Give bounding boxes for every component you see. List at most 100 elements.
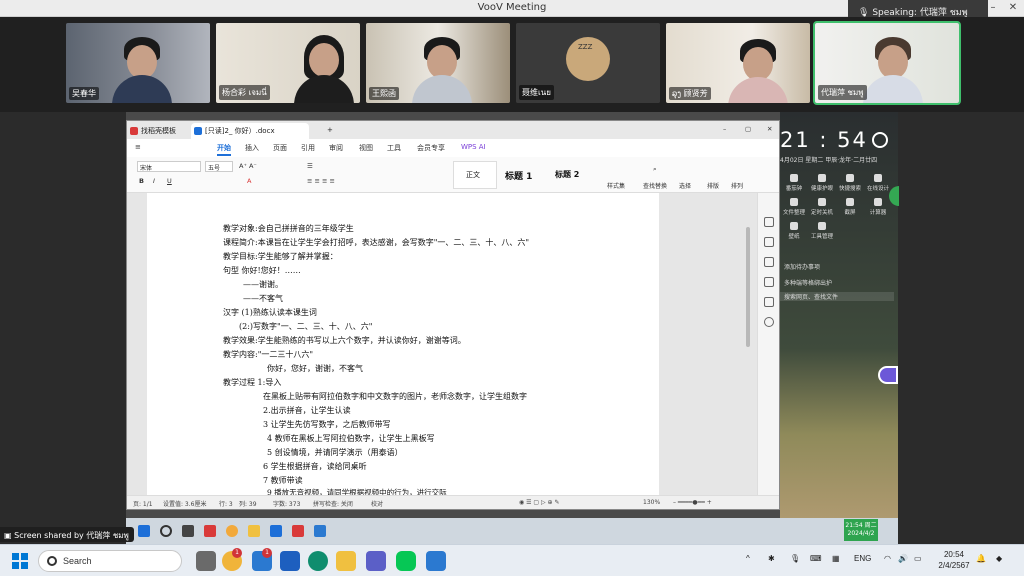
start-button[interactable]	[12, 553, 28, 569]
style-heading-1[interactable]: 标题 1	[505, 169, 532, 182]
cursor-icon[interactable]	[764, 237, 774, 247]
status-bar: 页: 1/1 设置值: 3.6厘米 行: 3 列: 39 字数: 373 拼写检…	[127, 495, 779, 509]
participant-tile-active-speaker[interactable]: 代瑞萍 ชมพู	[813, 21, 961, 105]
widget-tool[interactable]: 在线设计	[864, 174, 892, 192]
font-grow-icon[interactable]: A⁺ A⁻	[239, 162, 257, 170]
volume-icon[interactable]: 🔊	[898, 554, 908, 563]
menu-insert[interactable]: 插入	[245, 143, 259, 153]
notification-bell-icon[interactable]: 🔔	[976, 554, 986, 563]
style-normal[interactable]: 正文	[453, 161, 497, 189]
tray-app-icon[interactable]: ✱	[768, 554, 775, 563]
participant-tile[interactable]: ລຸງ 顾贤芳	[666, 23, 810, 103]
widget-tool[interactable]: 番茄钟	[780, 174, 808, 192]
list-icon[interactable]: ☰	[307, 162, 313, 170]
participant-tile[interactable]: 王熙函	[366, 23, 510, 103]
teams-icon[interactable]	[366, 551, 386, 571]
menu-home[interactable]: 开始	[217, 143, 231, 156]
menu-icon[interactable]: ≡	[135, 143, 141, 151]
zoom-slider[interactable]: – ━━━━●━━ +	[673, 499, 712, 506]
word-icon[interactable]	[280, 551, 300, 571]
widget-tool[interactable]: 健康护眼	[808, 174, 836, 192]
vertical-scrollbar[interactable]	[745, 197, 751, 487]
zoom-level[interactable]: 130%	[643, 499, 660, 506]
widget-tool[interactable]: 计算器	[864, 198, 892, 216]
layout-button[interactable]: 排版	[707, 181, 719, 190]
font-color-icon[interactable]: A	[247, 177, 251, 185]
status-col: 列: 39	[239, 501, 257, 508]
settings-icon[interactable]	[764, 257, 774, 267]
participant-tile[interactable]: 吴春华	[66, 23, 210, 103]
align-icon[interactable]: ≡ ≡ ≡ ≡	[307, 177, 335, 185]
widget-search[interactable]: 搜索网页、查找文件	[780, 292, 894, 301]
bold-icon[interactable]: B	[139, 177, 144, 185]
edge-icon[interactable]	[308, 551, 328, 571]
tab-template[interactable]: 找稻壳模板	[127, 123, 182, 139]
italic-icon[interactable]: I	[153, 177, 155, 185]
battery-icon[interactable]: ▭	[914, 554, 922, 563]
document-page[interactable]: 教学对象:会自己拼拼音的三年级学生 课程简介:本课旨在让学生学会打招呼，表达感谢…	[147, 193, 659, 497]
participant-tile[interactable]: ZZZ 聂维เนย	[516, 23, 660, 103]
widget-todo[interactable]: 添加待办事项	[780, 262, 894, 271]
participant-name: 杨合彩 เจมนี่	[219, 85, 270, 100]
new-tab-button[interactable]: +	[313, 123, 339, 139]
language-indicator[interactable]: ENG	[854, 554, 871, 563]
right-tool-sidebar	[757, 193, 779, 495]
menu-view[interactable]: 视图	[359, 143, 373, 153]
widget-tool[interactable]: 文件整理	[780, 198, 808, 216]
voov-icon[interactable]	[426, 551, 446, 571]
widget-tools: 番茄钟 健康护眼 快捷搜索 在线设计 文件整理 定时关机 截屏 计算器 壁纸 工…	[780, 174, 896, 240]
font-family-select[interactable]: 宋体	[137, 161, 201, 172]
tray-app-icon[interactable]: ▦	[832, 554, 840, 563]
status-spellcheck[interactable]: 拼写检查: 关闭	[313, 499, 353, 508]
taskbar-search[interactable]: Search	[38, 550, 182, 572]
widget-tool[interactable]: 截屏	[836, 198, 864, 216]
menu-wps-ai[interactable]: WPS AI	[461, 143, 486, 151]
tool-icon	[874, 198, 882, 206]
menu-member[interactable]: 会员专享	[417, 143, 445, 153]
menu-tools[interactable]: 工具	[387, 143, 401, 153]
find-replace-button[interactable]: 查找替换	[643, 181, 667, 190]
find-icon[interactable]: ⌕	[653, 165, 657, 174]
doc-line: 你好，您好，谢谢，不客气	[267, 364, 363, 373]
tool-icon	[818, 198, 826, 206]
tab-document[interactable]: [只读]2_ 你好）.docx	[191, 123, 309, 139]
minimize-icon[interactable]: –	[986, 2, 1000, 13]
doc-line: 2.出示拼音，让学生认读	[263, 406, 351, 415]
floating-assistant-button[interactable]	[878, 366, 898, 384]
image-icon[interactable]	[764, 277, 774, 287]
copilot-icon[interactable]: ◆	[996, 554, 1002, 563]
minimize-icon[interactable]: –	[723, 125, 726, 133]
view-mode-icon[interactable]: ◉ ☰ ▢ ▷ ⊕ ✎	[519, 499, 560, 506]
widget-tool[interactable]: 工具管理	[808, 222, 836, 240]
widget-tool[interactable]: 定时关机	[808, 198, 836, 216]
style-heading-2[interactable]: 标题 2	[555, 169, 579, 180]
font-size-select[interactable]: 五号	[205, 161, 233, 172]
participant-tile[interactable]: 杨合彩 เจมนี่	[216, 23, 360, 103]
tray-chevron-icon[interactable]: ^	[746, 554, 750, 563]
pen-icon[interactable]	[764, 217, 774, 227]
tools-icon[interactable]	[764, 297, 774, 307]
line-icon[interactable]	[396, 551, 416, 571]
close-icon[interactable]: ✕	[767, 125, 772, 133]
select-button[interactable]: 选择	[679, 181, 691, 190]
close-icon[interactable]: ✕	[1006, 2, 1020, 13]
scroll-thumb[interactable]	[746, 227, 750, 347]
tray-mic-icon[interactable]: 🎙	[790, 554, 800, 563]
wifi-icon[interactable]: ◠	[884, 554, 891, 563]
maximize-icon[interactable]: ▢	[745, 125, 751, 133]
doc-line: 5 创设情境，并请同学演示（用泰语）	[267, 448, 403, 457]
menu-reference[interactable]: 引用	[301, 143, 315, 153]
status-proofread[interactable]: 校对	[371, 499, 383, 508]
taskview-icon[interactable]	[196, 551, 216, 571]
tray-keyboard-icon[interactable]: ⌨	[810, 554, 822, 563]
taskbar-clock[interactable]: 20:54 2/4/2567	[932, 549, 976, 571]
style-set-button[interactable]: 样式集	[607, 181, 625, 190]
arrange-button[interactable]: 排列	[731, 181, 743, 190]
widget-tool[interactable]: 快捷搜索	[836, 174, 864, 192]
underline-icon[interactable]: U	[167, 177, 172, 185]
help-icon[interactable]	[764, 317, 774, 327]
widget-tool[interactable]: 壁纸	[780, 222, 808, 240]
menu-review[interactable]: 审阅	[329, 143, 343, 153]
menu-page[interactable]: 页面	[273, 143, 287, 153]
folder-icon[interactable]	[336, 551, 356, 571]
